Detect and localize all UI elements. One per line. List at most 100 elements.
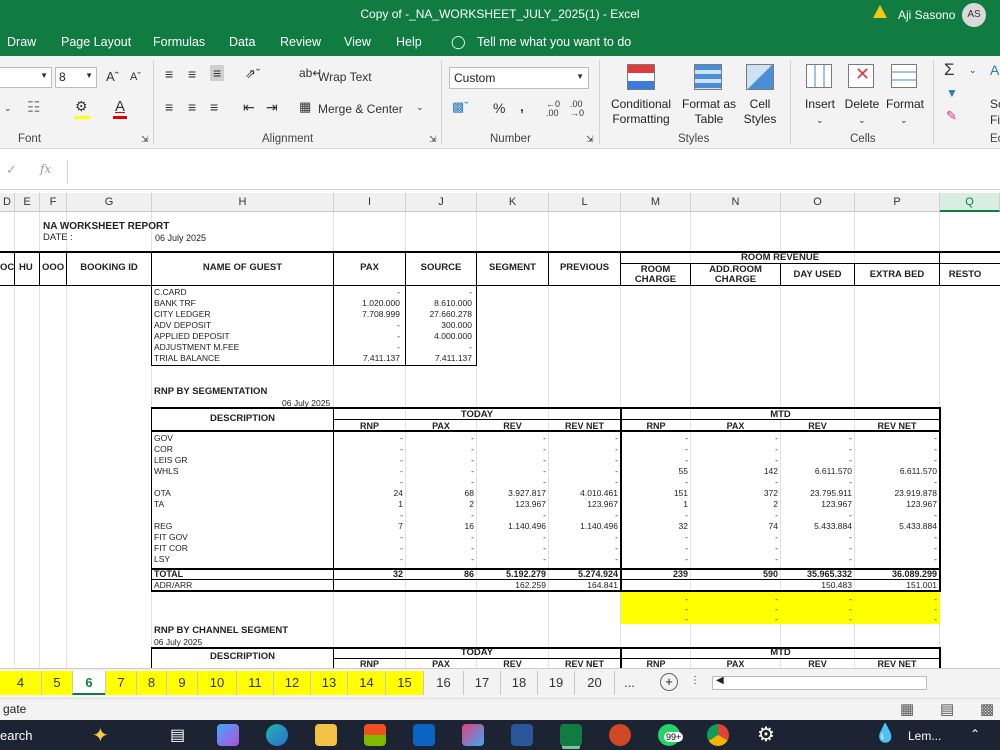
- font-size-dropdown[interactable]: 8 ▼: [55, 67, 97, 88]
- sort-filter-label[interactable]: So: [990, 97, 1000, 111]
- sort-filter-icon[interactable]: A: [990, 62, 999, 78]
- avatar[interactable]: AS: [962, 3, 986, 27]
- fx-icon[interactable]: fx: [40, 162, 51, 176]
- chevron-down-icon[interactable]: ⌄: [4, 103, 12, 114]
- powerpoint-icon[interactable]: [609, 724, 631, 746]
- tab-formulas[interactable]: Formulas: [153, 35, 205, 49]
- page-layout-view-icon[interactable]: ▤: [940, 700, 954, 718]
- insert-button[interactable]: Insert: [800, 97, 840, 112]
- col-header-l[interactable]: L: [549, 193, 621, 212]
- col-header-f[interactable]: F: [40, 193, 67, 212]
- increase-font-icon[interactable]: Aˆ: [106, 69, 119, 84]
- sheet-tab-14[interactable]: 14: [347, 671, 385, 695]
- sheet-tab-15[interactable]: 15: [385, 671, 423, 695]
- chevron-down-icon[interactable]: ⌄: [416, 102, 424, 113]
- sheet-tab-8[interactable]: 8: [136, 671, 166, 695]
- edge-icon[interactable]: [266, 724, 288, 746]
- borders-icon[interactable]: ☷: [27, 98, 40, 116]
- clear-icon[interactable]: ✎: [946, 108, 957, 124]
- font-color-icon[interactable]: A: [115, 98, 125, 115]
- chevron-down-icon[interactable]: ⌄: [969, 65, 977, 76]
- sheet-tab-6[interactable]: 6: [72, 671, 105, 695]
- currency-icon[interactable]: ▩ˇ: [452, 99, 469, 115]
- fill-icon[interactable]: ▼: [946, 86, 958, 100]
- col-header-k[interactable]: K: [477, 193, 549, 212]
- add-sheet-icon[interactable]: +: [660, 673, 678, 691]
- dialog-launcher-icon[interactable]: ⇲: [429, 134, 437, 145]
- sheet-tab-more[interactable]: ...: [614, 671, 644, 695]
- file-explorer-icon[interactable]: [315, 724, 337, 746]
- chevron-down-icon[interactable]: ⌄: [858, 115, 866, 126]
- m365-icon[interactable]: [462, 724, 484, 746]
- fill-color-icon[interactable]: ⚙: [75, 98, 88, 115]
- cancel-icon[interactable]: ✓: [6, 162, 17, 178]
- col-header-i[interactable]: I: [334, 193, 406, 212]
- tab-help[interactable]: Help: [396, 35, 422, 49]
- chevron-down-icon[interactable]: ⌄: [816, 115, 824, 126]
- sheet-tab-18[interactable]: 18: [500, 671, 537, 695]
- increase-indent-icon[interactable]: ⇥: [266, 99, 278, 116]
- tab-data[interactable]: Data: [229, 35, 255, 49]
- col-header-g[interactable]: G: [67, 193, 152, 212]
- col-header-q[interactable]: Q: [940, 193, 1000, 212]
- col-header-h[interactable]: H: [152, 193, 334, 212]
- tab-page-layout[interactable]: Page Layout: [61, 35, 131, 49]
- autosum-icon[interactable]: Σ: [944, 60, 955, 80]
- decrease-font-icon[interactable]: Aˇ: [130, 71, 141, 83]
- more-options-icon[interactable]: ⋮: [690, 675, 700, 686]
- excel-icon[interactable]: [560, 724, 582, 746]
- delete-button[interactable]: Delete: [842, 97, 882, 112]
- conditional-formatting-button[interactable]: Conditional Formatting: [605, 97, 677, 127]
- find-select-label[interactable]: Fi: [990, 113, 1000, 127]
- orientation-icon[interactable]: ⇗ˇ: [245, 66, 260, 82]
- percent-icon[interactable]: %: [493, 100, 505, 116]
- word-icon[interactable]: [511, 724, 533, 746]
- align-bottom-icon[interactable]: ≡: [210, 65, 225, 81]
- tab-draw[interactable]: Draw: [7, 35, 36, 49]
- align-center-icon[interactable]: ≡: [188, 99, 196, 115]
- chevron-up-icon[interactable]: ⌃: [970, 727, 980, 741]
- col-header-d[interactable]: D: [0, 193, 15, 212]
- tab-review[interactable]: Review: [280, 35, 321, 49]
- format-button[interactable]: Format: [882, 97, 928, 112]
- normal-view-icon[interactable]: ▦: [900, 700, 914, 718]
- align-top-icon[interactable]: ≡: [165, 66, 173, 82]
- copilot-icon[interactable]: [217, 724, 239, 746]
- outlook-icon[interactable]: [413, 724, 435, 746]
- sheet-tab-19[interactable]: 19: [537, 671, 574, 695]
- sheet-tab-7[interactable]: 7: [105, 671, 136, 695]
- page-break-view-icon[interactable]: ▩: [980, 700, 994, 718]
- wrap-text-button[interactable]: Wrap Text: [318, 70, 372, 84]
- weather-text[interactable]: Lem...: [908, 729, 941, 743]
- sheet-tab-20[interactable]: 20: [574, 671, 614, 695]
- col-header-e[interactable]: E: [15, 193, 40, 212]
- formula-input[interactable]: [67, 160, 1000, 184]
- store-icon[interactable]: [364, 724, 386, 746]
- sheet-tab-4[interactable]: 4: [0, 671, 41, 695]
- sheet-tab-13[interactable]: 13: [310, 671, 347, 695]
- merge-center-button[interactable]: Merge & Center: [318, 102, 403, 116]
- sheet-tab-17[interactable]: 17: [463, 671, 500, 695]
- sheet-tab-11[interactable]: 11: [236, 671, 273, 695]
- align-right-icon[interactable]: ≡: [210, 99, 218, 115]
- sheet-tab-10[interactable]: 10: [197, 671, 236, 695]
- tab-view[interactable]: View: [344, 35, 371, 49]
- format-as-table-button[interactable]: Format as Table: [677, 97, 741, 127]
- font-name-dropdown[interactable]: ▼: [0, 67, 52, 88]
- comma-icon[interactable]: ‚: [520, 98, 524, 114]
- col-header-m[interactable]: M: [621, 193, 691, 212]
- sheet-tab-5[interactable]: 5: [41, 671, 72, 695]
- user-name[interactable]: Aji Sasono: [898, 8, 955, 22]
- align-left-icon[interactable]: ≡: [165, 99, 173, 115]
- worksheet-grid[interactable]: NA WORKSHEET REPORT DATE : 06 July 2025 …: [0, 212, 1000, 668]
- col-header-n[interactable]: N: [691, 193, 781, 212]
- dialog-launcher-icon[interactable]: ⇲: [586, 134, 594, 145]
- sheet-tab-9[interactable]: 9: [166, 671, 197, 695]
- search-box[interactable]: earch: [0, 728, 33, 743]
- settings-gear-icon[interactable]: ⚙: [757, 722, 775, 747]
- tell-me-search[interactable]: Tell me what you want to do: [477, 35, 631, 49]
- sheet-tab-16[interactable]: 16: [423, 671, 463, 695]
- increase-decimal-icon[interactable]: ←0.00: [546, 100, 560, 118]
- chevron-down-icon[interactable]: ⌄: [900, 115, 908, 126]
- col-header-p[interactable]: P: [855, 193, 940, 212]
